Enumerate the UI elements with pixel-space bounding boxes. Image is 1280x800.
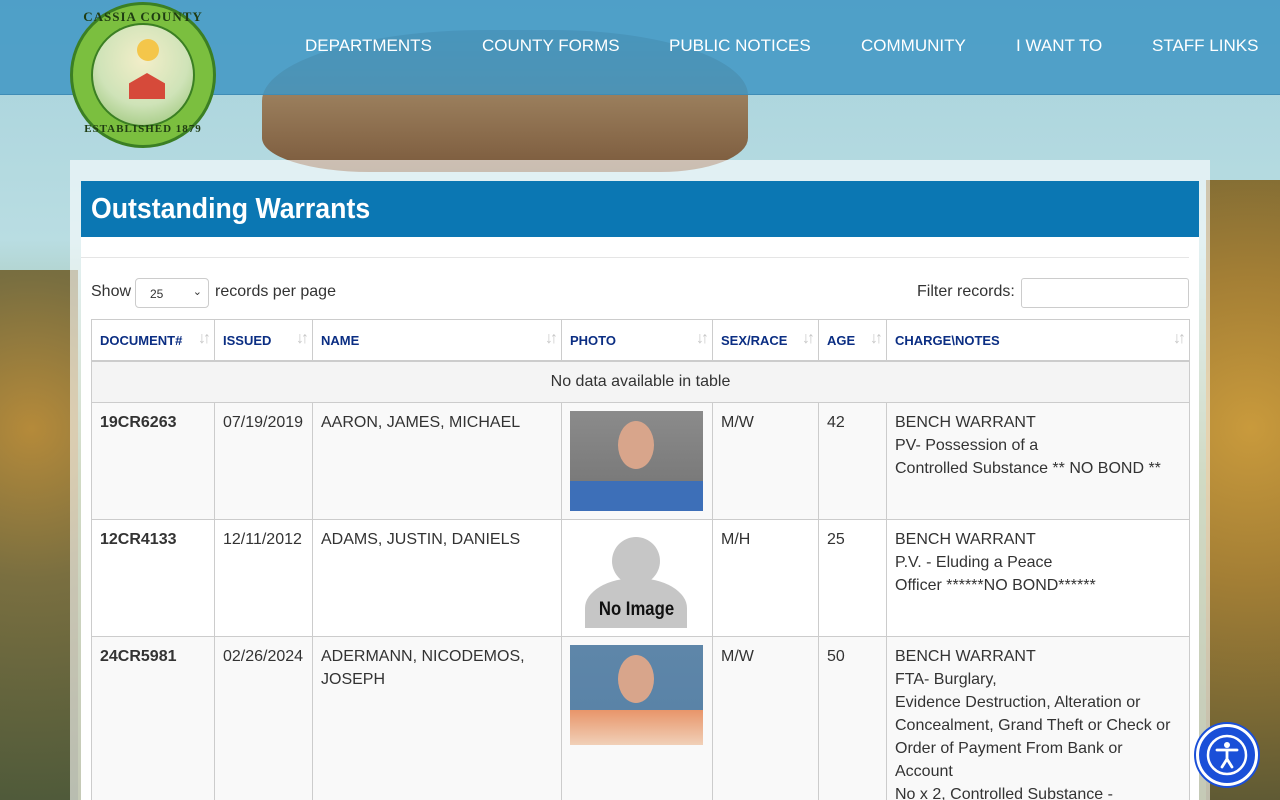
- column-header-issued[interactable]: ISSUED ↓↑: [214, 319, 313, 362]
- logo-emblem: [91, 23, 195, 127]
- name-line: ADERMANN, NICODEMOS,: [321, 648, 525, 665]
- nav-departments[interactable]: DEPARTMENTS: [305, 36, 432, 56]
- sort-icon: ↓↑: [1173, 330, 1186, 347]
- charge-line: FTA- Burglary,: [895, 671, 997, 688]
- column-header-charge-notes[interactable]: CHARGE\NOTES ↓↑: [886, 319, 1190, 362]
- issued-date: 07/19/2019: [214, 402, 313, 520]
- name-line: JOSEPH: [321, 671, 386, 688]
- nav-county-forms[interactable]: COUNTY FORMS: [482, 36, 620, 56]
- nav-community[interactable]: COMMUNITY: [861, 36, 966, 56]
- age: 42: [818, 402, 887, 520]
- issued-date: 02/26/2024: [214, 636, 313, 800]
- sort-icon: ↓↑: [545, 330, 558, 347]
- records-per-page-label: records per page: [215, 283, 336, 300]
- filter-label: Filter records:: [917, 283, 1015, 300]
- background-tree-left: [0, 270, 78, 800]
- column-header-label: SEX/RACE: [721, 332, 788, 348]
- content-panel: Outstanding Warrants Show 25 ⌄ records p…: [70, 160, 1210, 800]
- person-name: AARON, JAMES, MICHAEL: [312, 402, 562, 520]
- column-header-document[interactable]: DOCUMENT# ↓↑: [91, 319, 215, 362]
- charge-line: PV- Possession of a: [895, 437, 1039, 454]
- sex-race: M/W: [712, 636, 819, 800]
- sort-icon: ↓↑: [696, 330, 709, 347]
- charge-line: No x 2, Controlled Substance -: [895, 786, 1113, 800]
- charge-notes: BENCH WARRANT PV- Possession of a Contro…: [886, 402, 1190, 520]
- charge-line: Officer ******NO BOND******: [895, 577, 1096, 594]
- photo-cell: No Image: [561, 519, 713, 637]
- column-header-sex-race[interactable]: SEX/RACE ↓↑: [712, 319, 819, 362]
- photo-face: [618, 655, 654, 703]
- no-image-label: No Image: [598, 599, 675, 620]
- document-number: 12CR4133: [91, 519, 215, 637]
- mugshot-photo[interactable]: [570, 645, 703, 745]
- accessibility-icon: [1206, 734, 1248, 776]
- column-header-age[interactable]: AGE ↓↑: [818, 319, 887, 362]
- nav-i-want-to[interactable]: I WANT TO: [1016, 36, 1102, 56]
- charge-line: BENCH WARRANT: [895, 414, 1036, 431]
- empty-message: No data available in table: [91, 360, 1190, 403]
- table-row: 19CR6263 07/19/2019 AARON, JAMES, MICHAE…: [91, 402, 1190, 520]
- age: 50: [818, 636, 887, 800]
- age: 25: [818, 519, 887, 637]
- table-row: 12CR4133 12/11/2012 ADAMS, JUSTIN, DANIE…: [91, 519, 1190, 637]
- show-label: Show: [91, 283, 132, 300]
- no-image-placeholder: No Image: [570, 528, 703, 628]
- background-tree-right: [1206, 180, 1280, 800]
- sort-icon: ↓↑: [198, 330, 211, 347]
- column-header-label: ISSUED: [223, 332, 272, 348]
- county-seal-logo[interactable]: CASSIA COUNTY IDAHO ESTABLISHED 1879: [70, 2, 216, 148]
- column-header-label: NAME: [321, 332, 360, 348]
- table-row: 24CR5981 02/26/2024 ADERMANN, NICODEMOS,…: [91, 636, 1190, 800]
- charge-line: BENCH WARRANT: [895, 531, 1036, 548]
- content-area: Outstanding Warrants Show 25 ⌄ records p…: [81, 181, 1199, 800]
- sort-icon: ↓↑: [296, 330, 309, 347]
- charge-line: Controlled Substance ** NO BOND **: [895, 460, 1161, 477]
- charge-notes: BENCH WARRANT P.V. - Eluding a Peace Off…: [886, 519, 1190, 637]
- column-header-photo[interactable]: PHOTO ↓↑: [561, 319, 713, 362]
- filter-input[interactable]: [1021, 278, 1189, 308]
- sex-race: M/W: [712, 402, 819, 520]
- sun-icon: [137, 39, 159, 61]
- empty-row: No data available in table: [91, 360, 1190, 403]
- warrants-table: DOCUMENT# ↓↑ ISSUED ↓↑ NAME ↓↑ PHOTO ↓↑ SEX/…: [91, 319, 1190, 800]
- nav-public-notices[interactable]: PUBLIC NOTICES: [669, 36, 811, 56]
- column-header-label: PHOTO: [570, 332, 616, 348]
- sort-icon: ↓↑: [802, 330, 815, 347]
- sex-race: M/H: [712, 519, 819, 637]
- person-name: ADAMS, JUSTIN, DANIELS: [312, 519, 562, 637]
- nav-staff-links[interactable]: STAFF LINKS: [1152, 36, 1258, 56]
- table-controls: Show 25 ⌄ records per page Filter record…: [91, 278, 1189, 310]
- document-number: 24CR5981: [91, 636, 215, 800]
- page-title: Outstanding Warrants: [91, 193, 371, 225]
- photo-face: [618, 421, 654, 469]
- sort-icon: ↓↑: [870, 330, 883, 347]
- divider: [81, 257, 1189, 258]
- accessibility-button[interactable]: [1196, 724, 1258, 786]
- page-size-value: 25: [150, 287, 164, 301]
- charge-line: Evidence Destruction, Alteration or: [895, 694, 1141, 711]
- charge-notes: BENCH WARRANT FTA- Burglary, Evidence De…: [886, 636, 1190, 800]
- column-header-label: DOCUMENT#: [100, 332, 183, 348]
- chevron-down-icon: ⌄: [192, 286, 202, 298]
- mugshot-photo[interactable]: [570, 411, 703, 511]
- document-number: 19CR6263: [91, 402, 215, 520]
- charge-line: BENCH WARRANT: [895, 648, 1036, 665]
- photo-cell: [561, 636, 713, 800]
- barn-icon: [129, 73, 165, 99]
- photo-cell: [561, 402, 713, 520]
- person-name: ADERMANN, NICODEMOS, JOSEPH: [312, 636, 562, 800]
- charge-line: Concealment, Grand Theft or Check or: [895, 717, 1171, 734]
- issued-date: 12/11/2012: [214, 519, 313, 637]
- charge-line: Account: [895, 763, 953, 780]
- charge-line: Order of Payment From Bank or: [895, 740, 1123, 757]
- column-header-label: CHARGE\NOTES: [895, 332, 1000, 348]
- table-header-row: DOCUMENT# ↓↑ ISSUED ↓↑ NAME ↓↑ PHOTO ↓↑ SEX/…: [91, 319, 1190, 362]
- page-size-select[interactable]: 25 ⌄: [135, 278, 209, 308]
- logo-text-bottom: ESTABLISHED 1879: [84, 123, 202, 135]
- charge-line: P.V. - Eluding a Peace: [895, 554, 1053, 571]
- column-header-label: AGE: [827, 332, 856, 348]
- column-header-name[interactable]: NAME ↓↑: [312, 319, 562, 362]
- title-bar: Outstanding Warrants: [81, 181, 1199, 237]
